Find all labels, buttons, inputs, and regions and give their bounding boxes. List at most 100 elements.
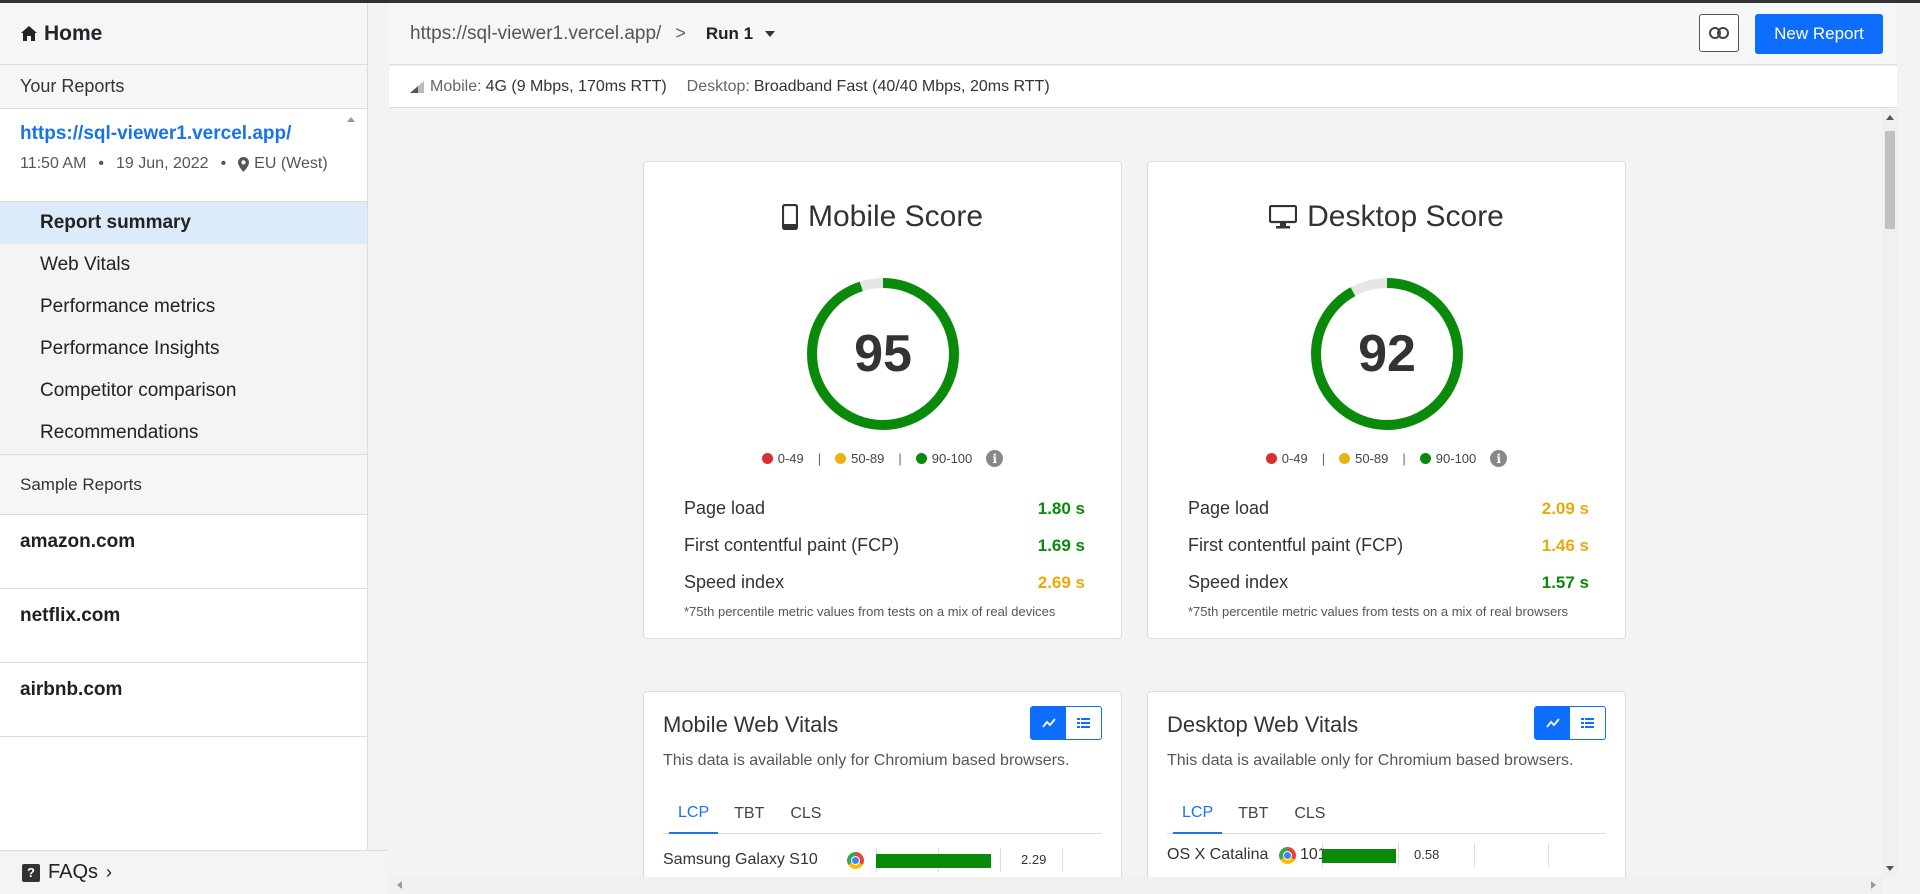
report-time: 11:50 AM <box>20 155 87 172</box>
nav-competitor-comparison[interactable]: Competitor comparison <box>0 370 367 412</box>
nav-recommendations[interactable]: Recommendations <box>0 412 367 454</box>
scroll-right-arrow-icon[interactable] <box>1871 881 1876 889</box>
run-label: Run 1 <box>705 23 754 43</box>
chrome-icon <box>847 851 864 869</box>
home-link[interactable]: Home <box>0 3 367 65</box>
sidebar-scroll-up-arrow[interactable] <box>347 117 355 122</box>
vertical-scrollbar[interactable] <box>1882 109 1898 877</box>
mobile-score-value: 95 <box>854 325 912 383</box>
metric-tabs: LCP TBT CLS <box>663 794 1102 834</box>
report-nav: Report summary Web Vitals Performance me… <box>0 202 367 455</box>
top-bar: https://sql-viewer1.vercel.app/ > Run 1 … <box>389 3 1897 65</box>
metric-label: Page load <box>684 498 766 518</box>
run-selector[interactable]: Run 1 <box>705 23 776 44</box>
scroll-left-arrow-icon[interactable] <box>397 881 402 889</box>
lcp-bar <box>876 854 991 868</box>
breadcrumb-url[interactable]: https://sql-viewer1.vercel.app/ <box>410 23 661 45</box>
table-view-button[interactable] <box>1570 707 1605 739</box>
signal-icon <box>410 80 424 93</box>
metric-row: Page load 2.09 s <box>1188 490 1589 527</box>
metric-value: 1.80 s <box>1037 498 1085 518</box>
main-content[interactable]: Mobile Score 95 0-49 | 50-89 | 90-100 i … <box>389 109 1882 877</box>
vitals-bar-track: 0.58 <box>1322 843 1550 867</box>
metric-row: Page load 1.80 s <box>684 490 1085 527</box>
metric-label: First contentful paint (FCP) <box>1188 535 1404 555</box>
mobile-web-vitals-subtitle: This data is available only for Chromium… <box>663 752 1070 769</box>
view-toggle <box>1534 706 1606 740</box>
desktop-web-vitals-title: Desktop Web Vitals <box>1167 712 1359 737</box>
tab-lcp[interactable]: LCP <box>669 794 719 834</box>
good-dot-icon <box>915 453 927 464</box>
sample-reports-label: Sample Reports <box>20 474 142 494</box>
desktop-metrics: Page load 2.09 s First contentful paint (… <box>1188 490 1589 601</box>
report-url[interactable]: https://sql-viewer1.vercel.app/ <box>20 123 347 145</box>
legend-good: 90-100 <box>931 451 973 466</box>
sample-report-amazon[interactable]: amazon.com <box>0 515 367 589</box>
copy-link-button[interactable] <box>1699 14 1739 52</box>
legend-good: 90-100 <box>1435 451 1477 466</box>
mobile-footnote: *75th percentile metric values from test… <box>684 604 1056 619</box>
desktop-score-value: 92 <box>1358 325 1416 383</box>
new-report-button[interactable]: New Report <box>1755 14 1883 54</box>
sample-report-netflix[interactable]: netflix.com <box>0 589 367 663</box>
desktop-score-title: Desktop Score <box>1148 200 1625 234</box>
list-icon <box>1077 718 1090 728</box>
desktop-score-card: Desktop Score 92 0-49 | 50-89 | 90-100 i… <box>1147 161 1626 639</box>
desktop-web-vitals-subtitle: This data is available only for Chromium… <box>1167 752 1574 769</box>
tab-cls[interactable]: CLS <box>780 794 831 834</box>
chart-view-button[interactable] <box>1535 707 1570 739</box>
report-location: EU (West) <box>254 155 328 172</box>
home-label: Home <box>44 21 103 45</box>
browser-version: 101 <box>1300 846 1327 863</box>
current-report[interactable]: https://sql-viewer1.vercel.app/ 11:50 AM… <box>0 109 367 202</box>
chart-view-button[interactable] <box>1031 707 1066 739</box>
tab-tbt[interactable]: TBT <box>1228 794 1278 834</box>
list-icon <box>1581 718 1594 728</box>
bar-value: 2.29 <box>1021 852 1047 867</box>
breadcrumb-separator-icon: > <box>675 23 686 43</box>
info-icon[interactable]: i <box>1490 450 1508 467</box>
scrollbar-thumb[interactable] <box>1885 131 1895 229</box>
scroll-up-arrow-icon[interactable] <box>1886 115 1894 120</box>
sidebar: Home Your Reports https://sql-viewer1.ve… <box>0 3 368 894</box>
nav-web-vitals[interactable]: Web Vitals <box>0 244 367 286</box>
legend-poor: 0-49 <box>777 451 804 466</box>
desktop-network-label: Desktop: <box>686 77 750 95</box>
table-view-button[interactable] <box>1066 707 1101 739</box>
desktop-monitor-icon <box>1269 205 1298 229</box>
nav-performance-metrics[interactable]: Performance metrics <box>0 286 367 328</box>
tab-tbt[interactable]: TBT <box>724 794 774 834</box>
legend-average: 50-89 <box>851 451 885 466</box>
sample-reports-heading: Sample Reports <box>0 455 367 515</box>
metric-label: Speed index <box>684 572 785 592</box>
sample-report-airbnb[interactable]: airbnb.com <box>0 663 367 737</box>
scroll-down-arrow-icon[interactable] <box>1886 866 1894 871</box>
tab-lcp[interactable]: LCP <box>1173 794 1223 834</box>
legend-poor: 0-49 <box>1281 451 1308 466</box>
info-icon[interactable]: i <box>986 450 1004 467</box>
question-icon: ? <box>22 863 40 882</box>
nav-performance-insights[interactable]: Performance Insights <box>0 328 367 370</box>
faqs-label: FAQs <box>48 861 99 883</box>
tab-cls[interactable]: CLS <box>1284 794 1335 834</box>
poor-dot-icon <box>761 453 773 464</box>
desktop-web-vitals-card: Desktop Web Vitals This data is availabl… <box>1147 691 1626 877</box>
vitals-row: Samsung Galaxy S10 2.29 <box>663 848 1102 872</box>
metric-value: 2.09 s <box>1541 498 1589 518</box>
nav-report-summary[interactable]: Report summary <box>0 202 367 244</box>
faqs-link[interactable]: ? FAQs › <box>0 850 388 894</box>
average-dot-icon <box>835 453 847 464</box>
horizontal-scrollbar[interactable] <box>389 877 1882 894</box>
lcp-bar <box>1322 849 1396 863</box>
good-dot-icon <box>1419 453 1431 464</box>
location-pin-icon <box>238 156 250 172</box>
network-conditions-bar: Mobile: 4G (9 Mbps, 170ms RTT) Desktop: … <box>389 66 1897 108</box>
home-icon <box>21 26 37 41</box>
mobile-network-value: 4G (9 Mbps, 170ms RTT) <box>485 77 667 95</box>
metric-label: First contentful paint (FCP) <box>684 535 900 555</box>
your-reports-heading: Your Reports <box>0 65 367 109</box>
line-chart-icon <box>1545 718 1560 728</box>
line-chart-icon <box>1041 718 1056 728</box>
view-toggle <box>1030 706 1102 740</box>
mobile-phone-icon <box>781 204 798 230</box>
